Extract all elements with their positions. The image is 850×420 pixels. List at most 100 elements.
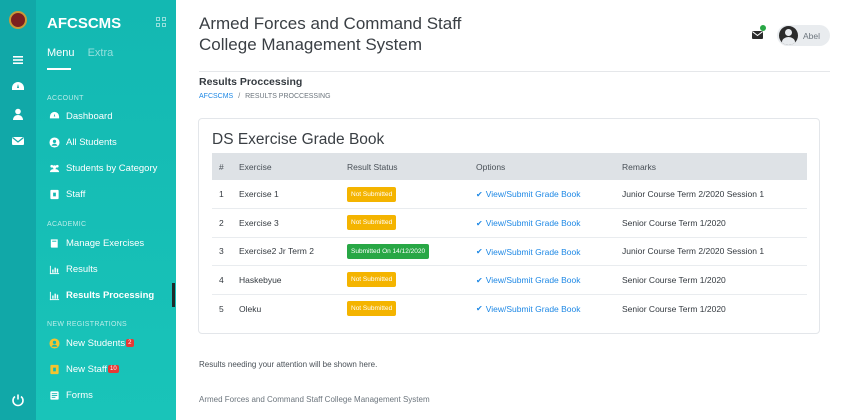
footer-text: Armed Forces and Command Staff College M… [199, 395, 430, 404]
option-label: View/Submit Grade Book [485, 303, 581, 314]
view-submit-grade-book-link[interactable]: ✔ View/Submit Grade Book [476, 247, 581, 257]
remarks: Junior Course Term 2/2020 Session 1 [615, 180, 807, 209]
sidebar-item-forms[interactable]: Forms [47, 389, 93, 401]
sidebar-item-new-staff[interactable]: New Staff 10 [47, 363, 119, 375]
remarks: Junior Course Term 2/2020 Session 1 [615, 237, 807, 266]
sidebar-item-label: Results [66, 263, 98, 275]
tab-menu[interactable]: Menu [47, 47, 75, 59]
remarks: Senior Course Term 1/2020 [615, 208, 807, 238]
sidebar-item-staff[interactable]: Staff [47, 188, 85, 200]
table-row: 1 Exercise 1 Not Submitted ✔ View/Submit … [212, 180, 807, 209]
status-badge: Not Submitted [347, 301, 397, 316]
view-submit-grade-book-link[interactable]: ✔ View/Submit Grade Book [476, 304, 581, 314]
app-title-line-1: Armed Forces and Command Staff [199, 14, 462, 33]
page-title: Results Proccessing [199, 76, 303, 88]
exercise-name: Oleku [239, 303, 262, 314]
notification-dot [760, 25, 766, 31]
row-number: 2 [212, 208, 232, 238]
sidebar: AFCSCMS Menu Extra ACCOUNT Dashboard All… [36, 0, 176, 420]
grade-book-table: # Exercise Result Status Options Remarks… [212, 153, 807, 323]
exercise-name: Exercise2 Jr Term 2 [232, 237, 340, 266]
table-row: 2 Exercise 3 Not Submitted ✔ View/Submit … [212, 208, 807, 238]
user-name: Abel [803, 30, 821, 41]
view-submit-grade-book-link[interactable]: ✔ View/Submit Grade Book [476, 275, 581, 285]
sidebar-item-label: New Students [66, 337, 126, 349]
active-tab-indicator [47, 68, 71, 70]
power-icon[interactable] [0, 393, 36, 410]
remarks: Senior Course Term 1/2020 [622, 303, 726, 314]
mail-rail-icon[interactable] [0, 134, 36, 151]
breadcrumb-root-link[interactable]: AFCSCMS [199, 93, 233, 100]
bar-chart-icon [47, 263, 61, 275]
option-label: View/Submit Grade Book [485, 189, 581, 200]
avatar [779, 26, 798, 45]
grade-book-card: DS Exercise Grade Book # Exercise Result… [198, 118, 820, 334]
remarks: Senior Course Term 1/2020 [615, 265, 807, 295]
check-icon: ✔ [476, 247, 483, 256]
bar-chart-icon [47, 289, 61, 301]
id-card-icon [47, 363, 61, 375]
menu-icon[interactable] [0, 53, 36, 70]
breadcrumb-current: RESULTS PROCCESSING [245, 93, 331, 100]
user-rail-icon[interactable] [0, 107, 36, 124]
option-label: View/Submit Grade Book [485, 275, 581, 285]
breadcrumb-separator: / [238, 93, 241, 100]
section-new-registrations: NEW REGISTRATIONS [47, 321, 128, 328]
sidebar-item-label: Forms [66, 389, 93, 401]
app-title-line-2: College Management System [199, 35, 423, 54]
grid-icon[interactable] [156, 17, 167, 28]
book-icon [47, 237, 61, 249]
check-icon: ✔ [476, 218, 483, 228]
sidebar-item-label: New Staff [66, 363, 108, 375]
section-academic: ACADEMIC [47, 221, 87, 228]
sidebar-item-students-by-category[interactable]: Students by Category [47, 162, 157, 174]
column-header-result-status: Result Status [340, 153, 469, 180]
table-header-row: # Exercise Result Status Options Remarks [212, 153, 807, 180]
status-badge: Not Submitted [347, 272, 397, 288]
form-icon [47, 389, 61, 401]
dashboard-rail-icon[interactable] [0, 80, 36, 97]
row-number: 5 [219, 303, 224, 314]
dashboard-icon [47, 110, 61, 122]
sidebar-item-label: Staff [66, 188, 86, 200]
breadcrumb: AFCSCMS / RESULTS PROCCESSING [199, 93, 331, 100]
sidebar-item-label: All Students [66, 136, 117, 148]
status-badge: Not Submitted [347, 215, 397, 231]
exercise-name: Exercise 3 [232, 208, 340, 238]
sidebar-item-manage-exercises[interactable]: Manage Exercises [47, 237, 144, 249]
option-label: View/Submit Grade Book [485, 246, 581, 257]
id-card-icon [47, 188, 61, 200]
tab-extra[interactable]: Extra [88, 47, 114, 59]
table-row: 5 Oleku Not Submitted ✔ View/Submit Grade… [212, 294, 807, 323]
sidebar-item-new-students[interactable]: New Students 2 [47, 337, 134, 349]
user-circle-icon [47, 337, 61, 349]
active-item-indicator [172, 283, 175, 307]
option-label: View/Submit Grade Book [485, 218, 581, 228]
view-submit-grade-book-link[interactable]: ✔ View/Submit Grade Book [476, 218, 581, 228]
status-badge: Not Submitted [347, 186, 397, 202]
college-logo-icon [9, 11, 27, 29]
users-icon [47, 162, 61, 174]
sidebar-item-dashboard[interactable]: Dashboard [47, 110, 112, 122]
exercise-name: Haskebyue [232, 265, 340, 295]
attention-message: Results needing your attention will be s… [199, 360, 378, 369]
sidebar-item-results-processing[interactable]: Results Processing [47, 289, 154, 301]
section-account: ACCOUNT [47, 95, 84, 102]
sidebar-item-results[interactable]: Results [47, 263, 98, 275]
check-icon: ✔ [476, 304, 483, 314]
new-staff-count-badge: 10 [108, 365, 119, 373]
view-submit-grade-book-link[interactable]: ✔ View/Submit Grade Book [476, 189, 581, 199]
sidebar-item-all-students[interactable]: All Students [47, 136, 117, 148]
user-menu[interactable]: Abel [777, 25, 830, 46]
sidebar-item-label: Manage Exercises [66, 237, 145, 249]
check-icon: ✔ [476, 189, 483, 199]
app-title: Armed Forces and Command Staff College M… [199, 13, 519, 55]
sidebar-item-label: Dashboard [66, 110, 113, 122]
brand-name: AFCSCMS [47, 15, 122, 32]
column-header-number: # [212, 153, 232, 180]
row-number: 1 [212, 180, 232, 209]
row-number: 4 [212, 265, 232, 295]
envelope-icon[interactable] [752, 31, 763, 39]
exercise-name: Exercise 1 [232, 180, 340, 209]
column-header-remarks: Remarks [615, 153, 807, 180]
